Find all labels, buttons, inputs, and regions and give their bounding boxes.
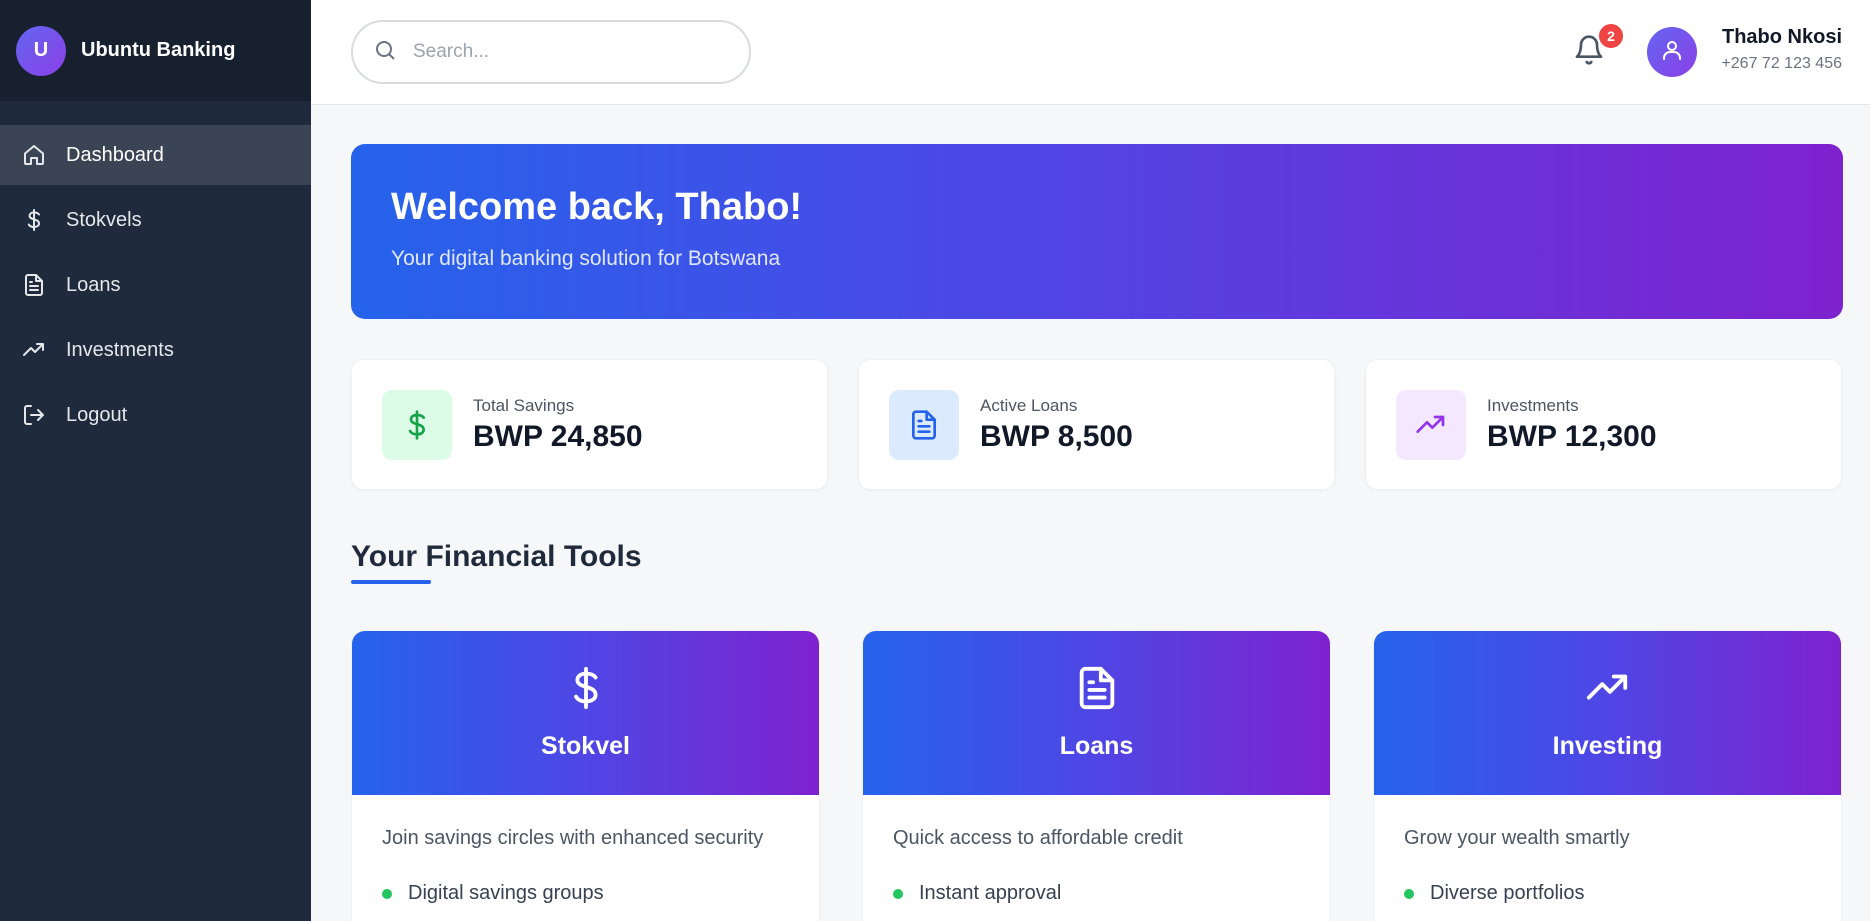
trending-up-icon: [21, 337, 47, 363]
main-content: Welcome back, Thabo! Your digital bankin…: [351, 144, 1843, 921]
dollar-icon: [21, 207, 47, 233]
bullet-dot-icon: [893, 888, 903, 899]
stat-label: Investments: [1487, 395, 1579, 415]
search-icon: [373, 38, 397, 67]
tool-card-stokvel[interactable]: Stokvel Join savings circles with enhanc…: [351, 630, 820, 921]
stats-row: Total Savings BWP 24,850 Active Loans BW…: [351, 359, 1843, 490]
tool-card-loans[interactable]: Loans Quick access to affordable credit …: [862, 630, 1331, 921]
stat-value: BWP 12,300: [1487, 419, 1657, 453]
stat-label: Active Loans: [980, 395, 1078, 415]
section-title-text: Your Financial Tools: [351, 540, 642, 573]
tool-feature: Instant approval: [893, 882, 1300, 905]
tool-description: Quick access to affordable credit: [893, 827, 1183, 849]
bell-icon: [1573, 35, 1605, 70]
tool-feature-label: Digital savings groups: [408, 882, 604, 904]
tools-row: Stokvel Join savings circles with enhanc…: [351, 630, 1843, 921]
avatar[interactable]: [1647, 27, 1697, 77]
brand[interactable]: U Ubuntu Banking: [0, 0, 311, 101]
tool-card-header: Loans: [863, 631, 1330, 795]
tool-description: Join savings circles with enhanced secur…: [382, 827, 764, 849]
notification-badge: 2: [1597, 22, 1625, 50]
sidebar: U Ubuntu Banking Dashboard Stokvels Loan…: [0, 0, 311, 921]
tool-card-header: Investing: [1374, 631, 1841, 795]
tool-title: Loans: [1059, 732, 1134, 760]
dollar-icon: [382, 389, 452, 460]
stat-card-active-loans[interactable]: Active Loans BWP 8,500: [858, 359, 1335, 490]
user-phone: +267 72 123 456: [1721, 55, 1842, 72]
welcome-title: Welcome back, Thabo!: [391, 186, 803, 228]
tool-feature: Digital savings groups: [382, 882, 789, 905]
welcome-subtitle: Your digital banking solution for Botswa…: [391, 247, 781, 270]
sidebar-item-label: Dashboard: [66, 143, 164, 166]
sidebar-item-stokvels[interactable]: Stokvels: [0, 190, 311, 250]
trending-up-icon: [1396, 389, 1466, 460]
dollar-icon: [563, 665, 609, 716]
tool-description: Grow your wealth smartly: [1404, 827, 1630, 849]
user-info[interactable]: Thabo Nkosi +267 72 123 456: [1721, 26, 1842, 73]
welcome-banner: Welcome back, Thabo! Your digital bankin…: [351, 144, 1843, 319]
stat-label: Total Savings: [473, 395, 575, 415]
sidebar-item-investments[interactable]: Investments: [0, 320, 311, 380]
stat-card-total-savings[interactable]: Total Savings BWP 24,850: [351, 359, 828, 490]
section-title-underline: [351, 580, 431, 584]
stat-value: BWP 8,500: [980, 419, 1133, 453]
tool-card-investing[interactable]: Investing Grow your wealth smartly Diver…: [1373, 630, 1842, 921]
user-name: Thabo Nkosi: [1721, 26, 1842, 48]
sidebar-item-loans[interactable]: Loans: [0, 255, 311, 315]
top-header: 2 Thabo Nkosi +267 72 123 456: [311, 0, 1870, 105]
bullet-dot-icon: [1404, 888, 1414, 899]
sidebar-item-label: Logout: [66, 403, 128, 426]
search-input[interactable]: [413, 41, 713, 63]
sidebar-item-label: Stokvels: [66, 208, 142, 231]
sidebar-item-label: Investments: [66, 338, 174, 361]
tool-feature-label: Diverse portfolios: [1430, 882, 1585, 904]
tool-feature-label: Instant approval: [919, 882, 1062, 904]
sidebar-item-label: Loans: [66, 273, 121, 296]
document-icon: [1074, 665, 1120, 716]
bullet-dot-icon: [382, 888, 392, 899]
app-root: U Ubuntu Banking Dashboard Stokvels Loan…: [0, 0, 1870, 921]
tool-title: Investing: [1552, 732, 1663, 760]
tool-title: Stokvel: [541, 732, 630, 760]
stat-value: BWP 24,850: [473, 419, 643, 453]
brand-logo: U: [16, 25, 66, 76]
document-icon: [21, 272, 47, 298]
sidebar-item-dashboard[interactable]: Dashboard: [0, 125, 311, 185]
user-icon: [1660, 38, 1684, 67]
search-box[interactable]: [351, 20, 751, 84]
stat-card-investments[interactable]: Investments BWP 12,300: [1365, 359, 1842, 490]
document-icon: [889, 389, 959, 460]
sidebar-item-logout[interactable]: Logout: [0, 385, 311, 445]
brand-name: Ubuntu Banking: [81, 39, 236, 61]
sidebar-nav: Dashboard Stokvels Loans Investments Log…: [0, 125, 311, 445]
tool-feature: Diverse portfolios: [1404, 882, 1811, 905]
tool-card-header: Stokvel: [352, 631, 819, 795]
section-title: Your Financial Tools: [351, 540, 642, 584]
logout-icon: [21, 402, 47, 428]
home-icon: [21, 142, 47, 168]
trending-up-icon: [1585, 665, 1631, 716]
